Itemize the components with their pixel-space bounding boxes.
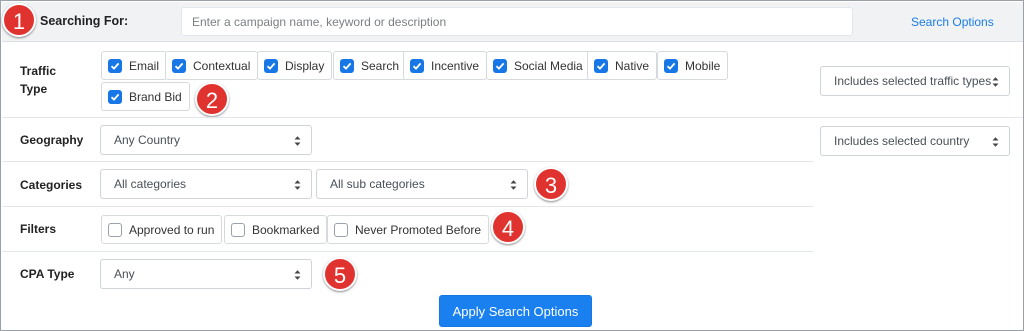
checkbox-unchecked-icon: [231, 222, 245, 237]
country-mode-value: Includes selected country: [834, 134, 970, 148]
row-divider: [2, 206, 813, 207]
checkbox-checked-icon: [594, 58, 608, 73]
traffic-option-contextual[interactable]: Contextual: [165, 51, 259, 80]
category-select[interactable]: All categories: [100, 169, 312, 199]
campaign-search-input[interactable]: [181, 7, 853, 36]
geography-label: Geography: [20, 133, 84, 147]
filter-never-promoted-before[interactable]: Never Promoted Before: [327, 215, 490, 244]
select-caret-icon: [510, 180, 517, 190]
cpa-type-select[interactable]: Any: [100, 259, 312, 289]
step-badge-2: 2: [195, 82, 229, 116]
checkbox-checked-icon: [664, 58, 678, 73]
traffic-type-mode-select[interactable]: Includes selected traffic types: [820, 66, 1010, 96]
traffic-option-email[interactable]: Email: [101, 51, 168, 80]
traffic-option-mobile[interactable]: Mobile: [657, 51, 729, 80]
cpa-type-label: CPA Type: [20, 267, 75, 281]
step-badge-3: 3: [534, 167, 568, 201]
filter-bookmarked[interactable]: Bookmarked: [224, 215, 328, 244]
traffic-option-display[interactable]: Display: [257, 51, 333, 80]
checkbox-checked-icon: [108, 58, 122, 73]
search-options-link[interactable]: Search Options: [911, 15, 994, 29]
filter-option-label: Bookmarked: [252, 222, 320, 237]
step-badge-1: 1: [2, 3, 36, 37]
subcategory-select[interactable]: All sub categories: [316, 169, 528, 199]
traffic-option-label: Search: [361, 58, 400, 73]
traffic-option-label: Social Media: [514, 58, 583, 73]
search-header-bar: Searching For: Search Options: [2, 2, 1023, 42]
traffic-option-label: Display: [285, 58, 325, 73]
traffic-type-label-line1: Traffic: [20, 64, 57, 78]
checkbox-checked-icon: [108, 89, 122, 104]
traffic-option-label: Email: [129, 58, 160, 73]
select-caret-icon: [294, 180, 301, 190]
step-badge-4: 4: [491, 210, 525, 244]
traffic-option-incentive[interactable]: Incentive: [403, 51, 488, 80]
traffic-type-label: Traffic Type: [20, 63, 56, 98]
checkbox-checked-icon: [493, 58, 507, 73]
traffic-option-brand-bid[interactable]: Brand Bid: [101, 82, 190, 111]
traffic-option-label: Incentive: [431, 58, 480, 73]
categories-label: Categories: [20, 178, 83, 192]
checkbox-checked-icon: [264, 58, 278, 73]
cpa-type-select-value: Any: [114, 267, 135, 281]
traffic-type-mode-value: Includes selected traffic types: [834, 74, 992, 88]
traffic-option-label: Native: [615, 58, 650, 73]
checkbox-checked-icon: [410, 58, 424, 73]
checkbox-unchecked-icon: [334, 222, 348, 237]
filter-option-label: Approved to run: [129, 222, 215, 237]
search-options-panel: Searching For: Search Options 1 2 3 4 5 …: [0, 0, 1024, 331]
row-divider: [2, 161, 813, 162]
apply-search-options-button[interactable]: Apply Search Options: [439, 295, 592, 327]
filter-approved-to-run[interactable]: Approved to run: [101, 215, 223, 244]
filter-option-label: Never Promoted Before: [355, 222, 482, 237]
category-select-value: All categories: [114, 177, 187, 191]
country-select-value: Any Country: [114, 133, 181, 147]
filters-label: Filters: [20, 222, 57, 236]
traffic-option-search[interactable]: Search: [333, 51, 408, 80]
checkbox-checked-icon: [340, 58, 354, 73]
traffic-option-label: Mobile: [685, 58, 721, 73]
subcategory-select-value: All sub categories: [330, 177, 425, 191]
traffic-option-label: Contextual: [193, 58, 251, 73]
select-caret-icon: [992, 77, 999, 87]
row-divider: [2, 117, 1023, 118]
country-mode-select[interactable]: Includes selected country: [820, 126, 1010, 156]
step-badge-5: 5: [323, 257, 357, 291]
traffic-type-label-line2: Type: [20, 82, 48, 96]
traffic-option-label: Brand Bid: [129, 89, 182, 104]
country-select[interactable]: Any Country: [100, 125, 312, 155]
select-caret-icon: [294, 270, 301, 280]
checkbox-checked-icon: [172, 58, 186, 73]
traffic-option-social-media[interactable]: Social Media: [486, 51, 591, 80]
traffic-option-native[interactable]: Native: [587, 51, 658, 80]
row-divider: [2, 251, 813, 252]
searching-for-label: Searching For:: [40, 14, 129, 28]
checkbox-unchecked-icon: [108, 222, 122, 237]
select-caret-icon: [294, 136, 301, 146]
select-caret-icon: [992, 137, 999, 147]
